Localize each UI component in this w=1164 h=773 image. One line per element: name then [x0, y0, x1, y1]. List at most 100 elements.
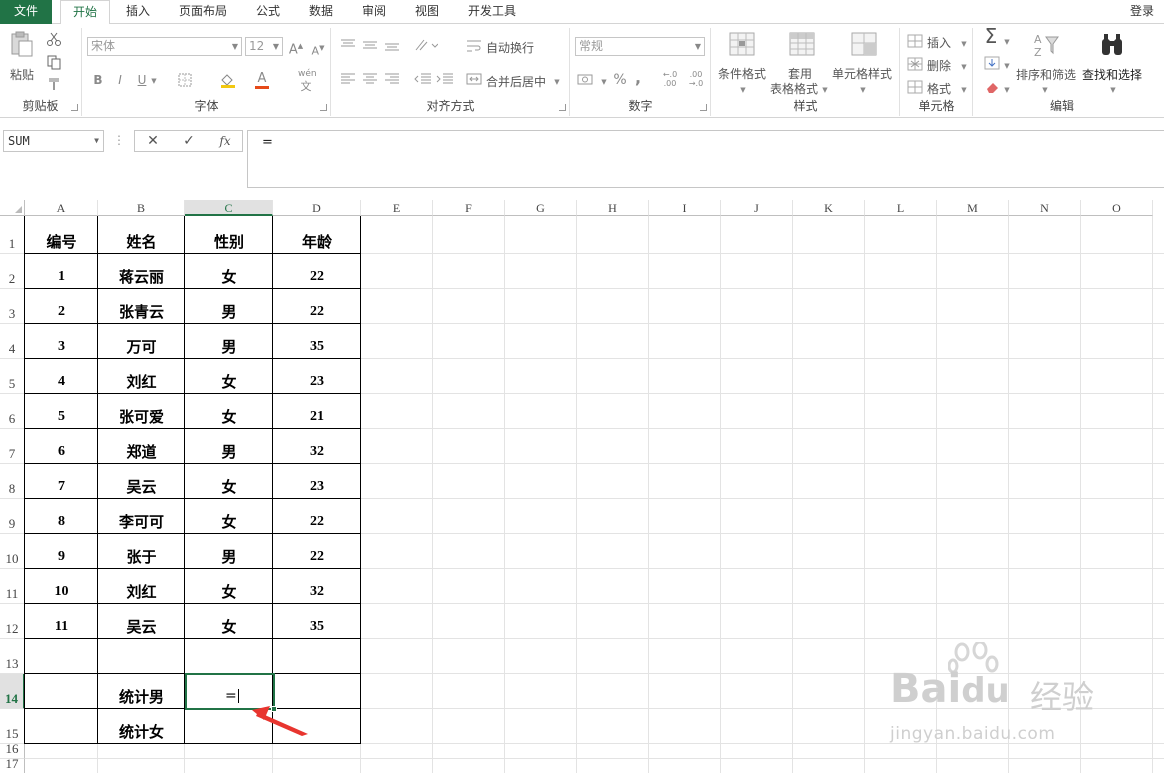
autosum-icon[interactable]: Σ [982, 26, 1000, 46]
data-cell[interactable]: 8 [25, 512, 98, 532]
data-cell[interactable]: 35 [273, 617, 361, 637]
row-header-7[interactable]: 7 [0, 429, 25, 464]
cell-styles-dropdown-icon[interactable]: ▼ [858, 82, 868, 98]
number-launcher-icon[interactable] [700, 104, 707, 111]
data-cell[interactable]: 刘红 [98, 372, 185, 392]
autosum-dropdown-icon[interactable]: ▼ [1002, 34, 1012, 50]
data-cell[interactable]: 女 [185, 407, 273, 427]
row-header-14[interactable]: 14 [0, 674, 25, 709]
cut-icon[interactable] [46, 31, 62, 47]
column-header-l[interactable]: L [865, 200, 937, 216]
data-cell[interactable]: 3 [25, 337, 98, 357]
font-name-select[interactable]: 宋体 ▼ [87, 37, 242, 56]
merge-center-button[interactable]: 合并后居中 [486, 73, 546, 90]
column-header-h[interactable]: H [577, 200, 649, 216]
decrease-decimal-button[interactable]: .00 →.0 [685, 70, 707, 88]
data-cell[interactable]: 2 [25, 302, 98, 322]
paste-button[interactable]: 粘贴 [10, 66, 34, 83]
italic-button[interactable]: I [113, 72, 127, 88]
align-top-icon[interactable] [340, 38, 356, 52]
data-cell[interactable]: 男 [185, 547, 273, 567]
column-header-b[interactable]: B [98, 200, 185, 216]
data-cell[interactable]: 32 [273, 582, 361, 602]
data-cell[interactable]: 张青云 [98, 302, 185, 322]
data-cell[interactable]: 22 [273, 267, 361, 287]
header-cell[interactable]: 性别 [185, 232, 273, 252]
select-all-corner[interactable] [0, 200, 25, 216]
row-header-3[interactable]: 3 [0, 289, 25, 324]
data-cell[interactable]: 22 [273, 512, 361, 532]
wrap-text-button[interactable]: 自动换行 [486, 39, 534, 56]
row-header-9[interactable]: 9 [0, 499, 25, 534]
row-header-1[interactable]: 1 [0, 216, 25, 254]
font-color-icon[interactable]: A [255, 71, 269, 87]
shrink-font-icon[interactable]: A▼ [310, 40, 326, 60]
alignment-launcher-icon[interactable] [559, 104, 566, 111]
row-header-6[interactable]: 6 [0, 394, 25, 429]
data-cell[interactable]: 女 [185, 512, 273, 532]
data-cell[interactable]: 21 [273, 407, 361, 427]
delete-dropdown-icon[interactable]: ▼ [959, 59, 969, 75]
row-header-13[interactable]: 13 [0, 639, 25, 674]
data-cell[interactable]: 男 [185, 302, 273, 322]
sort-filter-button[interactable]: 排序和筛选 [1016, 66, 1076, 83]
tab-page-layout[interactable]: 页面布局 [170, 0, 236, 24]
formula-input[interactable]: = [247, 130, 1164, 188]
column-header-i[interactable]: I [649, 200, 721, 216]
data-cell[interactable]: 11 [25, 617, 98, 637]
data-cell[interactable]: 7 [25, 477, 98, 497]
data-cell[interactable]: 女 [185, 617, 273, 637]
column-header-k[interactable]: K [793, 200, 865, 216]
underline-button[interactable]: U [135, 72, 149, 88]
font-launcher-icon[interactable] [320, 104, 327, 111]
row-header-4[interactable]: 4 [0, 324, 25, 359]
row-header-17[interactable]: 17 [0, 756, 25, 773]
accounting-dropdown-icon[interactable]: ▼ [599, 74, 609, 90]
data-cell[interactable]: 女 [185, 477, 273, 497]
increase-decimal-button[interactable]: ←.0 .00 [659, 70, 681, 88]
tab-review[interactable]: 审阅 [352, 0, 396, 24]
row-header-12[interactable]: 12 [0, 604, 25, 639]
header-cell[interactable]: 年龄 [273, 232, 361, 252]
clear-icon[interactable] [984, 80, 1000, 94]
delete-cells-button[interactable]: 删除 [927, 57, 951, 74]
cancel-formula-button[interactable]: ✕ [135, 131, 171, 151]
conditional-formatting-icon[interactable] [728, 31, 756, 59]
data-cell[interactable]: 22 [273, 302, 361, 322]
format-cells-button[interactable]: 格式 [927, 80, 951, 97]
data-cell[interactable]: 1 [25, 267, 98, 287]
row-header-15[interactable]: 15 [0, 709, 25, 744]
column-header-d[interactable]: D [273, 200, 361, 216]
data-cell[interactable]: 6 [25, 442, 98, 462]
accounting-format-icon[interactable] [577, 72, 597, 88]
align-right-icon[interactable] [384, 72, 400, 86]
data-cell[interactable]: 女 [185, 582, 273, 602]
insert-dropdown-icon[interactable]: ▼ [959, 36, 969, 52]
data-cell[interactable]: 万可 [98, 337, 185, 357]
row-header-8[interactable]: 8 [0, 464, 25, 499]
data-cell[interactable]: 男 [185, 337, 273, 357]
tab-view[interactable]: 视图 [405, 0, 449, 24]
insert-cells-icon[interactable] [907, 34, 923, 48]
table-dropdown-icon[interactable]: ▼ [820, 82, 830, 98]
header-cell[interactable]: 编号 [25, 232, 98, 252]
grow-font-icon[interactable]: A▲ [288, 38, 304, 58]
tab-insert[interactable]: 插入 [116, 0, 160, 24]
row-header-2[interactable]: 2 [0, 254, 25, 289]
bold-button[interactable]: B [91, 72, 105, 88]
data-cell[interactable]: 9 [25, 547, 98, 567]
format-dropdown-icon[interactable]: ▼ [959, 82, 969, 98]
data-cell[interactable]: 10 [25, 582, 98, 602]
align-left-icon[interactable] [340, 72, 356, 86]
comma-button[interactable]: , [633, 70, 643, 86]
sort-filter-icon[interactable]: AZ [1032, 31, 1060, 59]
data-cell[interactable]: 吴云 [98, 617, 185, 637]
format-as-table-button[interactable]: 表格格式 [770, 80, 818, 97]
conditional-formatting-button[interactable]: 条件格式 [718, 65, 766, 82]
number-format-select[interactable]: 常规 ▼ [575, 37, 705, 56]
merge-center-icon[interactable] [466, 71, 482, 87]
row-header-10[interactable]: 10 [0, 534, 25, 569]
cell-styles-icon[interactable] [850, 31, 878, 59]
column-header-c[interactable]: C [185, 200, 273, 216]
column-header-m[interactable]: M [937, 200, 1009, 216]
